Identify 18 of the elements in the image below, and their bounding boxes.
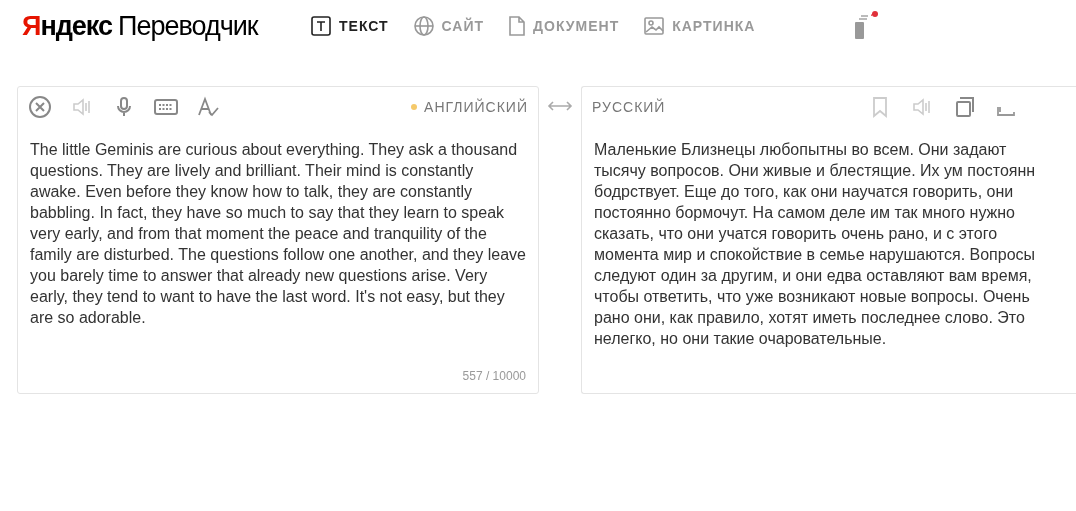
character-counter: 557 / 10000 — [462, 369, 527, 385]
translation-text: Маленькие Близнецы любопытны во всем. Они задают тысячу вопросов. Они живые и блестящие. Их ум постоянн бодрствует. Еще до того, как они научатся говорить, они постоянно бормочут. На самом деле им так много нужно сказать, что они учатся говорить очень рано, и с этого момента мир и спокойствие в семье нарушаются. Вопросы следуют один за другим, и они едва оставляют вам время, чтобы ответить, что уже возникают новые вопросы. Очень рано они, как правило, хотят иметь последнее слово. Это нелегко, но они такие очаровательные. — [593, 140, 1037, 349]
mode-tab[interactable]: ТЕКСТ — [310, 15, 389, 37]
spellcheck-icon[interactable] — [196, 95, 220, 119]
mode-tab[interactable]: САЙТ — [412, 15, 485, 37]
source-language[interactable]: АНГЛИЙСКИЙ — [411, 99, 528, 115]
image-icon — [643, 15, 666, 37]
mode-tab[interactable]: КАРТИНКА — [643, 15, 756, 37]
target-language[interactable]: РУССКИЙ — [592, 99, 666, 115]
source-text[interactable]: The little Geminis are curious about everything. They ask a thousand questions. They are lively and brilliant. Their mind is constantly awake. Even before they know how to talk, they are constantly babbling. In fact, they have so much to say that they learn to speak very early, and from that moment the peace and tranquility of the family are disturbed. The questions follow one another, and they leave you barely time to answer that already new questions arise. Very early, they tend to want to have the last word. It's not easy, but they are so adorable. — [18, 127, 538, 369]
product-name: Переводчик — [118, 10, 258, 42]
document-icon — [508, 15, 527, 37]
text-icon — [310, 15, 332, 37]
phone-icon[interactable] — [853, 10, 880, 42]
brand-logo[interactable]: Яндекс — [22, 10, 113, 42]
clear-icon[interactable] — [28, 95, 52, 119]
mode-tab[interactable]: ДОКУМЕНТ — [508, 15, 620, 37]
globe-icon — [412, 15, 435, 37]
